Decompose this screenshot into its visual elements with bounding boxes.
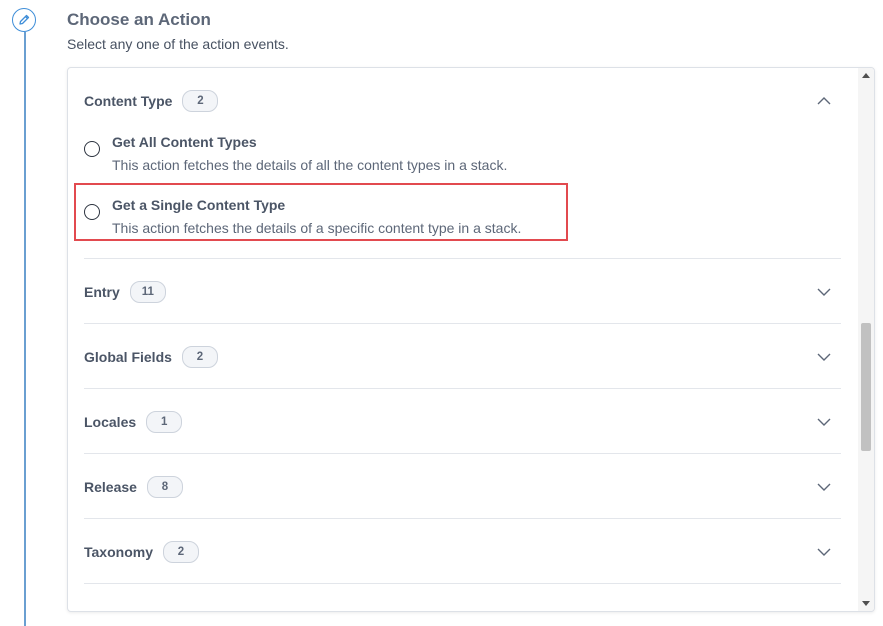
divider: [84, 518, 841, 519]
group-title: Release: [84, 479, 137, 495]
chevron-down-icon[interactable]: [816, 414, 832, 430]
group-title: Content Type: [84, 93, 173, 109]
group-title: Global Fields: [84, 349, 172, 365]
divider: [84, 323, 841, 324]
count-badge: 11: [129, 281, 166, 303]
divider: [84, 583, 841, 584]
option-title: Get a Single Content Type: [112, 197, 286, 213]
option-description: This action fetches the details of a spe…: [112, 220, 522, 236]
step-subheading: Select any one of the action events.: [67, 36, 289, 52]
radio-button[interactable]: [84, 204, 100, 220]
chevron-down-icon[interactable]: [816, 349, 832, 365]
option-description: This action fetches the details of all t…: [112, 157, 508, 173]
group-taxonomy[interactable]: Taxonomy 2: [84, 537, 842, 567]
scroll-thumb[interactable]: [861, 323, 871, 451]
group-locales[interactable]: Locales 1: [84, 407, 842, 437]
count-badge: 1: [146, 411, 183, 433]
step-heading: Choose an Action: [67, 10, 211, 29]
chevron-down-icon[interactable]: [816, 544, 832, 560]
timeline-line: [24, 32, 26, 626]
group-global-fields[interactable]: Global Fields 2: [84, 342, 842, 372]
divider: [84, 258, 841, 259]
group-title: Locales: [84, 414, 137, 430]
scroll-down-arrow-icon[interactable]: [862, 601, 870, 606]
scroll-up-arrow-icon[interactable]: [862, 73, 870, 78]
group-content-type[interactable]: Content Type 2: [84, 86, 842, 116]
group-entry[interactable]: Entry 11: [84, 277, 842, 307]
action-step: Choose an Action Select any one of the a…: [0, 0, 883, 626]
count-badge: 8: [146, 476, 183, 498]
chevron-down-icon[interactable]: [816, 479, 832, 495]
divider: [84, 388, 841, 389]
count-badge: 2: [182, 90, 219, 112]
option-get-single-content-type[interactable]: Get a Single Content Type This action fe…: [84, 197, 824, 247]
scrollbar[interactable]: [858, 68, 874, 611]
option-title: Get All Content Types: [112, 134, 257, 150]
chevron-down-icon[interactable]: [816, 284, 832, 300]
group-release[interactable]: Release 8: [84, 472, 842, 502]
divider: [84, 453, 841, 454]
radio-button[interactable]: [84, 141, 100, 157]
chevron-up-icon[interactable]: [816, 93, 832, 109]
action-list-panel: Content Type 2 Get All Content Types Thi…: [67, 67, 875, 612]
count-badge: 2: [181, 346, 218, 368]
group-title: Entry: [84, 284, 120, 300]
group-title: Taxonomy: [84, 544, 153, 560]
count-badge: 2: [162, 541, 199, 563]
option-get-all-content-types[interactable]: Get All Content Types This action fetche…: [84, 134, 824, 184]
pencil-icon: [12, 8, 36, 32]
